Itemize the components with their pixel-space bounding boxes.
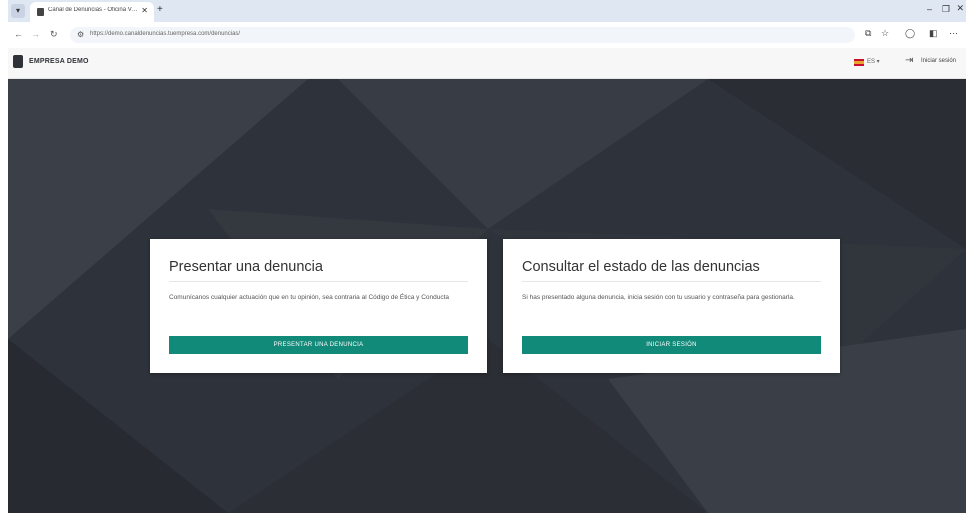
window-frame-right: [966, 0, 970, 513]
address-bar[interactable]: ⚙ https://demo.canaldenuncias.tuempresa.…: [70, 27, 855, 43]
app-header: EMPRESA DEMO ES ▾ ⇥ Iniciar sesión: [8, 48, 966, 79]
login-button[interactable]: INICIAR SESIÓN: [522, 336, 821, 354]
language-selector[interactable]: ES ▾: [867, 58, 880, 65]
tab-close-icon[interactable]: ✕: [141, 6, 148, 15]
url-text[interactable]: https://demo.canaldenuncias.tuempresa.co…: [90, 31, 240, 37]
reload-icon[interactable]: ↻: [50, 29, 58, 40]
status-card-divider: [522, 281, 821, 282]
company-logo-icon: [13, 55, 23, 68]
spain-flag-icon[interactable]: [854, 59, 864, 66]
browser-toolbar: ← → ↻ ⚙ https://demo.canaldenuncias.tuem…: [8, 22, 966, 49]
login-link[interactable]: Iniciar sesión: [921, 58, 956, 64]
new-tab-icon[interactable]: +: [157, 4, 163, 16]
window-frame-left: [0, 0, 8, 513]
sidebar-icon[interactable]: ◧: [929, 28, 938, 39]
forward-arrow-icon[interactable]: →: [31, 29, 40, 39]
profile-icon[interactable]: ◯: [905, 28, 915, 39]
menu-icon[interactable]: ⋯: [949, 28, 958, 39]
site-info-icon[interactable]: ⚙: [77, 30, 84, 39]
status-card-description: Si has presentado alguna denuncia, inici…: [522, 294, 795, 301]
submit-report-button[interactable]: PRESENTAR UNA DENUNCIA: [169, 336, 468, 354]
report-card: Presentar una denuncia Comunícanos cualq…: [150, 239, 487, 373]
status-card: Consultar el estado de las denuncias Si …: [503, 239, 840, 373]
star-icon[interactable]: ☆: [881, 28, 889, 39]
report-card-divider: [169, 281, 468, 282]
back-arrow-icon[interactable]: ←: [14, 29, 23, 39]
tab-favicon-icon: [37, 8, 44, 16]
company-name: EMPRESA DEMO: [29, 58, 89, 65]
window-maximize-icon[interactable]: ❐: [942, 4, 950, 15]
tab-actions-menu-icon[interactable]: ▾: [11, 4, 25, 18]
browser-tab-bar: ▾ Canal de Denuncias - Oficina V… ✕ + – …: [8, 0, 966, 22]
browser-tab-active[interactable]: Canal de Denuncias - Oficina V… ✕: [30, 2, 154, 22]
hero-section: Presentar una denuncia Comunícanos cualq…: [8, 79, 966, 513]
login-icon[interactable]: ⇥: [905, 55, 913, 66]
report-card-description: Comunícanos cualquier actuación que en t…: [169, 294, 450, 301]
status-card-title: Consultar el estado de las denuncias: [522, 259, 760, 275]
window-close-icon[interactable]: ✕: [956, 3, 964, 14]
window-minimize-icon[interactable]: –: [927, 4, 932, 14]
extension-icon[interactable]: ⧉: [865, 28, 871, 39]
tab-title: Canal de Denuncias - Oficina V…: [48, 7, 138, 13]
report-card-title: Presentar una denuncia: [169, 259, 323, 275]
